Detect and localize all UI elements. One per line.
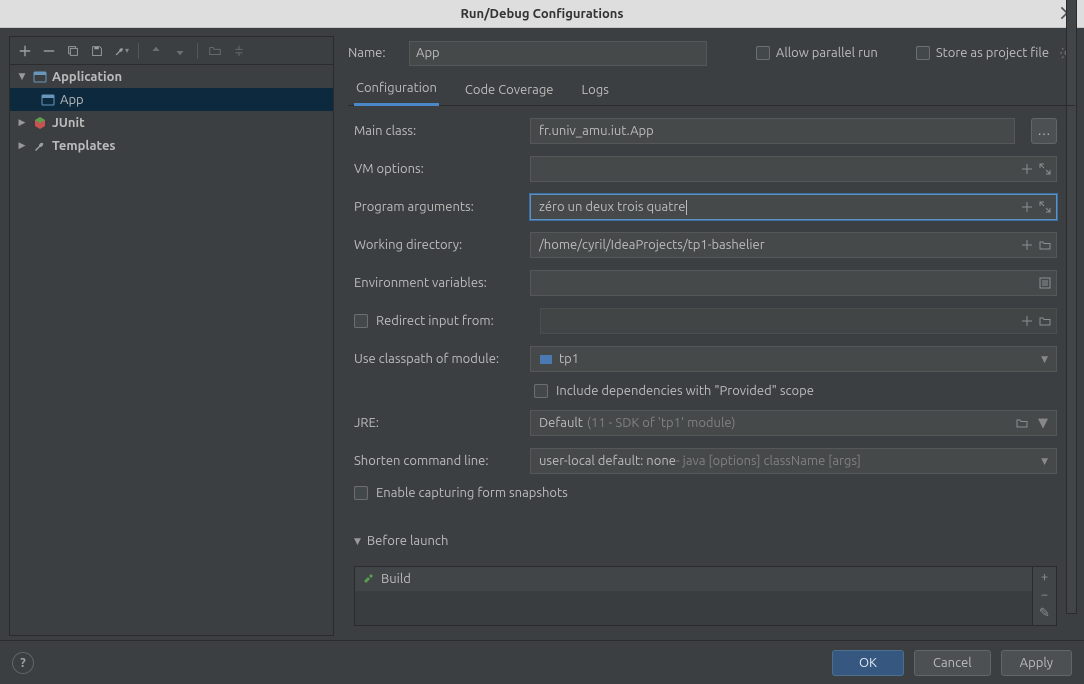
jre-label: JRE: — [354, 416, 520, 430]
redirect-input[interactable] — [540, 308, 1057, 334]
hammer-icon — [361, 572, 375, 586]
titlebar: Run/Debug Configurations — [0, 0, 1084, 28]
before-launch-list: Build + − ✎ — [354, 566, 1057, 626]
gear-icon[interactable] — [1059, 45, 1075, 61]
tree-node-templates[interactable]: ▶ Templates — [10, 134, 333, 157]
add-icon[interactable]: + — [1041, 569, 1048, 585]
chevron-right-icon: ▶ — [16, 140, 28, 151]
sidebar-toolbar: ▾ — [10, 37, 333, 65]
chevron-down-icon: ▼ — [16, 71, 28, 82]
move-down-icon[interactable] — [169, 40, 191, 62]
name-input[interactable] — [409, 41, 707, 66]
chevron-down-icon: ▼ — [1041, 456, 1048, 467]
apply-button[interactable]: Apply — [1001, 650, 1072, 676]
app-root: ▾ ▼ Application App ▶ — [0, 28, 1084, 684]
classpath-combo[interactable]: tp1 ▼ — [530, 346, 1057, 372]
include-provided-checkbox[interactable]: Include dependencies with "Provided" sco… — [354, 384, 1057, 398]
remove-icon[interactable] — [38, 40, 60, 62]
workdir-input[interactable] — [530, 232, 1057, 258]
configuration-form: Main class: … VM options: — [348, 106, 1075, 626]
config-tree: ▼ Application App ▶ JUnit ▶ Templates — [10, 65, 333, 635]
main-class-label: Main class: — [354, 124, 520, 138]
window-title: Run/Debug Configurations — [460, 7, 623, 21]
add-icon[interactable] — [14, 40, 36, 62]
main-class-input[interactable] — [530, 118, 1015, 144]
sidebar: ▾ ▼ Application App ▶ — [9, 36, 334, 636]
application-icon — [40, 92, 56, 108]
copy-icon[interactable] — [62, 40, 84, 62]
checkbox-icon — [916, 46, 930, 60]
workdir-label: Working directory: — [354, 238, 520, 252]
checkbox-icon — [354, 486, 368, 500]
env-input[interactable] — [530, 270, 1057, 296]
program-args-input[interactable]: zéro un deux trois quatre — [530, 194, 1057, 220]
wrench-icon — [32, 138, 48, 154]
tab-logs[interactable]: Logs — [580, 83, 611, 105]
tree-node-junit[interactable]: ▶ JUnit — [10, 111, 333, 134]
dialog-footer: ? OK Cancel Apply — [0, 640, 1084, 684]
close-icon[interactable] — [1058, 4, 1076, 22]
vm-options-input[interactable] — [530, 156, 1057, 182]
main-panel: Name: Allow parallel run Store as projec… — [334, 36, 1075, 636]
cancel-button[interactable]: Cancel — [914, 650, 991, 676]
browse-class-button[interactable]: … — [1031, 118, 1057, 144]
tree-node-app[interactable]: App — [10, 88, 333, 111]
tree-node-application[interactable]: ▼ Application — [10, 65, 333, 88]
redirect-input-checkbox[interactable]: Redirect input from: — [354, 314, 530, 328]
checkbox-icon — [534, 384, 548, 398]
before-launch-header[interactable]: ▼ Before launch — [354, 534, 1057, 548]
folder-icon — [1016, 417, 1028, 429]
application-icon — [32, 69, 48, 85]
wrench-icon[interactable]: ▾ — [110, 40, 132, 62]
help-button[interactable]: ? — [12, 652, 34, 674]
classpath-label: Use classpath of module: — [354, 352, 520, 366]
shorten-label: Shorten command line: — [354, 454, 520, 468]
checkbox-icon — [354, 314, 368, 328]
move-up-icon[interactable] — [145, 40, 167, 62]
vm-options-label: VM options: — [354, 162, 520, 176]
jre-combo[interactable]: Default (11 - SDK of 'tp1' module) ▼ — [530, 410, 1057, 436]
env-label: Environment variables: — [354, 276, 520, 290]
chevron-down-icon: ▼ — [1041, 354, 1048, 365]
tab-configuration[interactable]: Configuration — [354, 81, 439, 106]
allow-parallel-checkbox[interactable]: Allow parallel run — [756, 46, 878, 60]
name-label: Name: — [348, 46, 393, 60]
before-launch-item[interactable]: Build — [355, 567, 1032, 591]
edit-icon[interactable]: ✎ — [1039, 605, 1050, 621]
checkbox-icon — [756, 46, 770, 60]
store-as-file-checkbox[interactable]: Store as project file — [916, 45, 1075, 61]
tab-bar: Configuration Code Coverage Logs — [348, 76, 1075, 106]
chevron-right-icon: ▶ — [16, 117, 28, 128]
remove-icon[interactable]: − — [1041, 587, 1048, 603]
folder-icon[interactable] — [204, 40, 226, 62]
chevron-down-icon: ▼ — [1038, 416, 1048, 431]
module-icon — [539, 352, 553, 366]
tab-code-coverage[interactable]: Code Coverage — [463, 83, 556, 105]
shorten-combo[interactable]: user-local default: none - java [options… — [530, 448, 1057, 474]
collapse-icon[interactable] — [228, 40, 250, 62]
ok-button[interactable]: OK — [832, 650, 904, 676]
program-args-label: Program arguments: — [354, 200, 520, 214]
save-icon[interactable] — [86, 40, 108, 62]
enable-snapshots-checkbox[interactable]: Enable capturing form snapshots — [354, 486, 1057, 500]
junit-icon — [32, 115, 48, 131]
chevron-down-icon: ▼ — [354, 536, 361, 547]
before-launch-toolbar: + − ✎ — [1032, 567, 1056, 625]
